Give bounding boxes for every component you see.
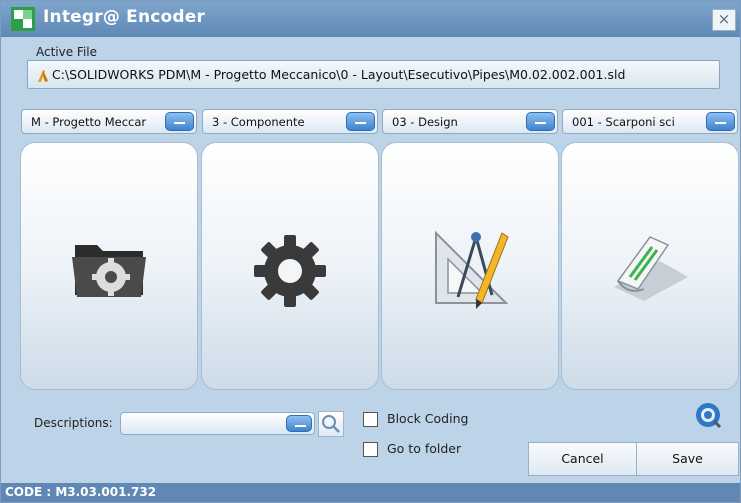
type-dropdown-button[interactable] xyxy=(346,112,375,131)
type-selector[interactable]: 3 - Componente xyxy=(202,109,378,134)
file-icon xyxy=(38,70,48,82)
item-selector[interactable]: 001 - Scarponi sci xyxy=(562,109,738,134)
project-dropdown-button[interactable] xyxy=(165,112,194,131)
phase-selector-value: 03 - Design xyxy=(392,115,458,129)
item-selector-value: 001 - Scarponi sci xyxy=(572,115,675,129)
descriptions-combo[interactable] xyxy=(120,412,315,435)
project-card[interactable] xyxy=(21,143,197,389)
item-card[interactable] xyxy=(562,143,738,389)
drafting-tools-icon xyxy=(435,230,509,309)
go-to-folder-checkbox[interactable] xyxy=(363,442,378,457)
window-title: Integr@ Encoder xyxy=(43,7,206,27)
type-selector-value: 3 - Componente xyxy=(212,115,305,129)
search-button[interactable] xyxy=(318,411,344,437)
help-lifebuoy-icon[interactable] xyxy=(694,401,722,429)
search-icon xyxy=(322,415,340,433)
phase-selector[interactable]: 03 - Design xyxy=(382,109,558,134)
sheet-icon xyxy=(614,236,688,301)
title-bar: Integr@ Encoder × xyxy=(1,1,740,37)
project-selector-value: M - Progetto Meccar xyxy=(31,115,147,129)
close-button[interactable]: × xyxy=(712,9,736,31)
gear-icon xyxy=(254,235,326,307)
phase-dropdown-button[interactable] xyxy=(526,112,555,131)
descriptions-label: Descriptions: xyxy=(34,416,113,430)
encoder-window: Integr@ Encoder × Active File C:\SOLIDWO… xyxy=(0,0,741,503)
save-button[interactable]: Save xyxy=(636,442,739,476)
type-card[interactable] xyxy=(202,143,378,389)
status-bar: CODE : M3.03.001.732 xyxy=(1,483,740,502)
active-file-path: C:\SOLIDWORKS PDM\M - Progetto Meccanico… xyxy=(52,67,626,82)
phase-card[interactable] xyxy=(382,143,558,389)
block-coding-checkbox[interactable] xyxy=(363,412,378,427)
active-file-label: Active File xyxy=(36,45,98,59)
item-dropdown-button[interactable] xyxy=(706,112,735,131)
folder-gear-icon xyxy=(72,245,146,297)
app-logo-icon xyxy=(11,7,35,31)
generated-code: CODE : M3.03.001.732 xyxy=(5,485,157,499)
descriptions-dropdown-button[interactable] xyxy=(286,415,312,432)
block-coding-label: Block Coding xyxy=(387,411,469,426)
active-file-path-box: C:\SOLIDWORKS PDM\M - Progetto Meccanico… xyxy=(27,60,720,89)
cancel-button[interactable]: Cancel xyxy=(528,442,637,476)
go-to-folder-label: Go to folder xyxy=(387,441,462,456)
active-file-panel: Active File C:\SOLIDWORKS PDM\M - Proget… xyxy=(21,45,721,93)
project-selector[interactable]: M - Progetto Meccar xyxy=(21,109,197,134)
